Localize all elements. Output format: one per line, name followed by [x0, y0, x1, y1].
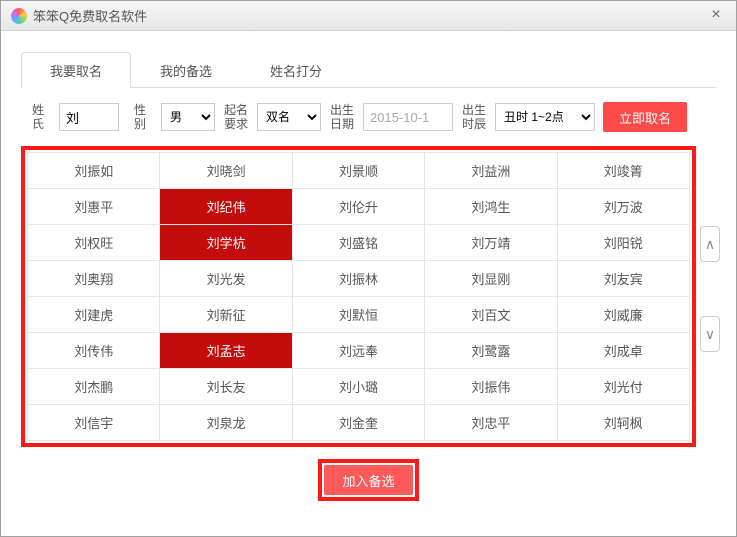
generate-button[interactable]: 立即取名 [603, 102, 687, 132]
name-cell[interactable]: 刘万波 [557, 189, 689, 225]
nametype-label: 起名 要求 [223, 103, 249, 132]
name-cell[interactable]: 刘权旺 [28, 225, 160, 261]
name-cell[interactable]: 刘长友 [160, 369, 292, 405]
name-cell[interactable]: 刘益洲 [425, 153, 557, 189]
name-cell[interactable]: 刘振林 [292, 261, 424, 297]
name-cell[interactable]: 刘传伟 [28, 333, 160, 369]
birthhour-label: 出生 时辰 [461, 103, 487, 132]
name-cell[interactable]: 刘鹭露 [425, 333, 557, 369]
footer: 加入备选 [21, 459, 716, 501]
name-cell[interactable]: 刘惠平 [28, 189, 160, 225]
name-cell[interactable]: 刘景顺 [292, 153, 424, 189]
birthdate-input[interactable] [363, 103, 453, 131]
name-cell[interactable]: 刘奥翔 [28, 261, 160, 297]
name-cell[interactable]: 刘轲枫 [557, 405, 689, 441]
name-cell[interactable]: 刘孟志 [160, 333, 292, 369]
name-cell[interactable]: 刘鸿生 [425, 189, 557, 225]
name-cell[interactable]: 刘万靖 [425, 225, 557, 261]
name-grid-container: 刘振如刘晓剑刘景顺刘益洲刘竣箐刘惠平刘纪伟刘伦升刘鸿生刘万波刘权旺刘学杭刘盛铭刘… [21, 146, 696, 447]
name-cell[interactable]: 刘杰鹏 [28, 369, 160, 405]
name-cell[interactable]: 刘泉龙 [160, 405, 292, 441]
birthhour-select[interactable]: 丑时 1~2点 [495, 103, 595, 131]
name-cell[interactable]: 刘成卓 [557, 333, 689, 369]
tabs: 我要取名 我的备选 姓名打分 [21, 51, 716, 88]
name-cell[interactable]: 刘振伟 [425, 369, 557, 405]
form-row: 姓 氏 性 别 男 起名 要求 双名 出生 日期 出生 时辰 丑时 1~2点 立… [21, 102, 716, 132]
scroll-down-button[interactable]: ∨ [700, 316, 720, 352]
name-grid: 刘振如刘晓剑刘景顺刘益洲刘竣箐刘惠平刘纪伟刘伦升刘鸿生刘万波刘权旺刘学杭刘盛铭刘… [27, 152, 690, 441]
tab-favorites[interactable]: 我的备选 [131, 52, 241, 88]
content-area: 我要取名 我的备选 姓名打分 姓 氏 性 别 男 起名 要求 双名 出生 日期 … [1, 31, 736, 536]
gender-select[interactable]: 男 [161, 103, 215, 131]
name-cell[interactable]: 刘学杭 [160, 225, 292, 261]
name-cell[interactable]: 刘建虎 [28, 297, 160, 333]
name-cell[interactable]: 刘竣箐 [557, 153, 689, 189]
name-cell[interactable]: 刘伦升 [292, 189, 424, 225]
add-button-highlight: 加入备选 [318, 459, 418, 501]
name-cell[interactable]: 刘振如 [28, 153, 160, 189]
name-cell[interactable]: 刘忠平 [425, 405, 557, 441]
gender-label: 性 别 [127, 103, 153, 132]
scroll-up-button[interactable]: ∧ [700, 226, 720, 262]
name-cell[interactable]: 刘阳锐 [557, 225, 689, 261]
name-cell[interactable]: 刘远奉 [292, 333, 424, 369]
name-cell[interactable]: 刘盛铭 [292, 225, 424, 261]
name-cell[interactable]: 刘光付 [557, 369, 689, 405]
window-title: 笨笨Q免费取名软件 [33, 6, 706, 25]
close-icon[interactable]: × [706, 6, 726, 26]
name-cell[interactable]: 刘新征 [160, 297, 292, 333]
surname-input[interactable] [59, 103, 119, 131]
nametype-select[interactable]: 双名 [257, 103, 321, 131]
surname-label: 姓 氏 [25, 103, 51, 132]
name-cell[interactable]: 刘显刚 [425, 261, 557, 297]
titlebar: 笨笨Q免费取名软件 × [1, 1, 736, 31]
app-logo-icon [11, 8, 27, 24]
name-cell[interactable]: 刘默恒 [292, 297, 424, 333]
name-cell[interactable]: 刘小璐 [292, 369, 424, 405]
tab-score[interactable]: 姓名打分 [241, 52, 351, 88]
name-cell[interactable]: 刘威廉 [557, 297, 689, 333]
name-cell[interactable]: 刘金奎 [292, 405, 424, 441]
name-cell[interactable]: 刘友宾 [557, 261, 689, 297]
name-cell[interactable]: 刘信宇 [28, 405, 160, 441]
birthdate-label: 出生 日期 [329, 103, 355, 132]
name-cell[interactable]: 刘晓剑 [160, 153, 292, 189]
add-to-favorites-button[interactable]: 加入备选 [324, 465, 412, 495]
app-window: 笨笨Q免费取名软件 × 我要取名 我的备选 姓名打分 姓 氏 性 别 男 起名 … [0, 0, 737, 537]
name-cell[interactable]: 刘光发 [160, 261, 292, 297]
name-cell[interactable]: 刘百文 [425, 297, 557, 333]
name-cell[interactable]: 刘纪伟 [160, 189, 292, 225]
tab-naming[interactable]: 我要取名 [21, 52, 131, 88]
